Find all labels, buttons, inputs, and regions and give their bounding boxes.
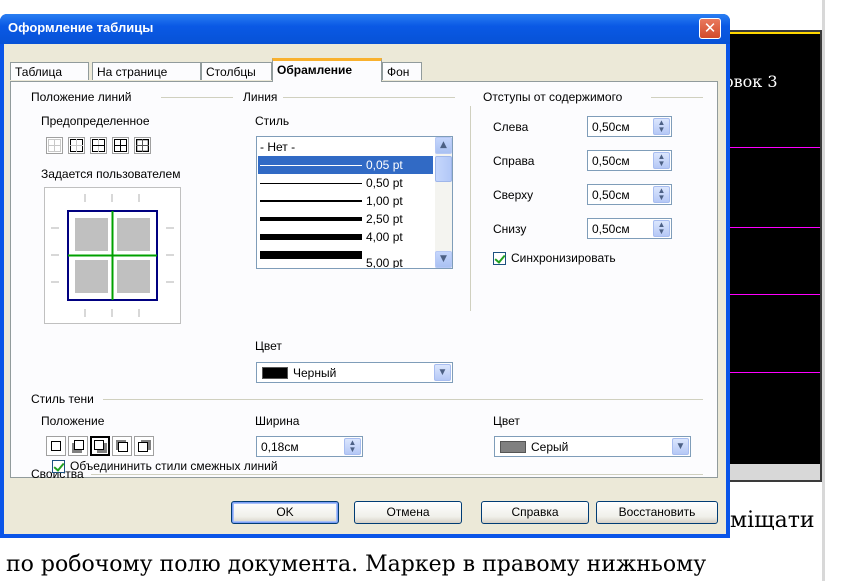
spin-arrows-icon[interactable]: ▲ ▼ xyxy=(653,220,670,237)
preset-no-borders[interactable] xyxy=(46,137,63,154)
shadow-top-right-icon xyxy=(138,442,148,452)
dialog-titlebar[interactable]: Оформление таблицы ✕ xyxy=(0,14,730,44)
spin-arrows-icon[interactable]: ▲ ▼ xyxy=(653,186,670,203)
shadow-bottom-right-icon xyxy=(94,440,104,450)
padding-left-spinner[interactable]: 0,50см ▲ ▼ xyxy=(587,116,672,137)
shadow-color-swatch xyxy=(500,441,526,453)
borders-tab-panel: Положение линий Предопределенное Задаетс… xyxy=(10,81,718,481)
preset-all-borders[interactable] xyxy=(112,137,129,154)
tab-background[interactable]: Фон xyxy=(382,62,422,80)
document-text-line: по робочому полю документа. Маркер в пра… xyxy=(6,552,707,577)
dialog-client-area: Таблица На странице Столбцы Обрамление Ф… xyxy=(4,44,726,534)
user-defined-label: Задается пользователем xyxy=(41,167,181,181)
line-color-label: Цвет xyxy=(255,339,282,353)
padding-bottom-label: Снизу xyxy=(493,222,527,236)
shadow-none-button[interactable] xyxy=(46,436,66,456)
scroll-thumb[interactable] xyxy=(435,156,452,182)
chevron-down-icon: ▼ xyxy=(440,254,447,264)
shadow-width-label: Ширина xyxy=(255,414,300,428)
chevron-down-icon: ▼ xyxy=(672,438,689,455)
shadow-color-label: Цвет xyxy=(493,414,520,428)
shadow-bottom-right-button[interactable] xyxy=(90,436,110,456)
line-position-section-title: Положение линий xyxy=(31,90,132,104)
shadow-top-right-button[interactable] xyxy=(134,436,154,456)
preset-outer-horizontal[interactable] xyxy=(90,137,107,154)
line-style-4-00pt[interactable]: 4,00 pt xyxy=(258,228,433,246)
padding-section-title: Отступы от содержимого xyxy=(483,90,623,104)
merge-styles-label: Объедининить стили смежных линий xyxy=(70,459,278,473)
line-color-swatch xyxy=(262,367,288,379)
help-button[interactable]: Справка xyxy=(481,501,589,524)
predefined-label: Предопределенное xyxy=(41,114,150,128)
dialog-title: Оформление таблицы xyxy=(8,20,154,35)
line-section-title: Линия xyxy=(243,90,278,104)
sync-label: Синхронизировать xyxy=(511,251,616,265)
spin-arrows-icon[interactable]: ▲ ▼ xyxy=(653,152,670,169)
tab-columns[interactable]: Столбцы xyxy=(201,62,272,80)
chevron-down-icon: ▼ xyxy=(434,364,451,381)
shadow-none-icon xyxy=(51,441,61,451)
line-style-scrollbar[interactable]: ▲ ▼ xyxy=(435,137,452,268)
chevron-up-icon: ▲ xyxy=(440,140,447,150)
scroll-up-button[interactable]: ▲ xyxy=(435,137,452,154)
close-button[interactable]: ✕ xyxy=(699,18,721,39)
shadow-color-select[interactable]: Серый ▼ xyxy=(494,436,691,457)
line-style-2-50pt[interactable]: 2,50 pt xyxy=(258,210,433,228)
document-table xyxy=(718,30,822,482)
spin-arrows-icon[interactable]: ▲ ▼ xyxy=(344,438,361,455)
document-scrollbar[interactable] xyxy=(822,0,825,581)
padding-left-label: Слева xyxy=(493,120,529,134)
shadow-top-left-button[interactable] xyxy=(112,436,132,456)
reset-button[interactable]: Восстановить xyxy=(596,501,718,524)
shadow-section-title: Стиль тени xyxy=(31,392,94,406)
border-preview-diagram xyxy=(51,194,174,317)
shadow-bottom-left-button[interactable] xyxy=(68,436,88,456)
shadow-bottom-left-icon xyxy=(74,440,84,450)
preset-outer-border[interactable] xyxy=(68,137,85,154)
spin-arrows-icon[interactable]: ▲ ▼ xyxy=(653,118,670,135)
shadow-position-label: Положение xyxy=(41,414,105,428)
document-table-heading: овок 3 xyxy=(724,72,778,91)
ok-button[interactable]: OK xyxy=(231,501,339,524)
no-borders-icon xyxy=(48,139,61,152)
line-style-label: Стиль xyxy=(255,114,290,128)
user-defined-border-preview[interactable] xyxy=(44,187,181,324)
padding-right-label: Справа xyxy=(493,154,535,168)
tab-borders[interactable]: Обрамление xyxy=(272,58,382,82)
padding-top-spinner[interactable]: 0,50см ▲ ▼ xyxy=(587,184,672,205)
padding-bottom-spinner[interactable]: 0,50см ▲ ▼ xyxy=(587,218,672,239)
sync-checkbox[interactable] xyxy=(493,252,506,265)
padding-top-label: Сверху xyxy=(493,188,534,202)
outer-inner-borders-icon xyxy=(136,139,149,152)
scroll-down-button[interactable]: ▼ xyxy=(435,251,452,268)
line-style-1-00pt[interactable]: 1,00 pt xyxy=(258,192,433,210)
line-style-0-50pt[interactable]: 0,50 pt xyxy=(258,174,433,192)
line-style-5-00pt[interactable]: 5,00 pt xyxy=(258,246,433,268)
shadow-top-left-icon xyxy=(118,442,128,452)
shadow-width-spinner[interactable]: 0,18см ▲ ▼ xyxy=(256,436,363,457)
close-icon: ✕ xyxy=(703,19,717,37)
preset-outer-inner-thin[interactable] xyxy=(134,137,151,154)
cancel-button[interactable]: Отмена xyxy=(354,501,462,524)
outer-border-icon xyxy=(70,139,83,152)
line-color-select[interactable]: Черный ▼ xyxy=(256,362,453,383)
all-borders-icon xyxy=(114,139,127,152)
document-text-fragment-right: міщати xyxy=(730,508,815,533)
outer-horizontal-border-icon xyxy=(92,139,105,152)
table-format-dialog: Оформление таблицы ✕ Таблица На странице… xyxy=(0,14,730,538)
line-style-list[interactable]: - Нет - 0,05 pt 0,50 pt 1,00 pt 2,50 pt xyxy=(256,136,453,269)
padding-right-spinner[interactable]: 0,50см ▲ ▼ xyxy=(587,150,672,171)
line-style-0-05pt[interactable]: 0,05 pt xyxy=(258,156,433,174)
tab-table[interactable]: Таблица xyxy=(10,62,89,80)
merge-styles-checkbox[interactable] xyxy=(52,460,65,473)
line-style-none[interactable]: - Нет - xyxy=(258,138,433,156)
tab-on-page[interactable]: На странице xyxy=(92,62,201,80)
